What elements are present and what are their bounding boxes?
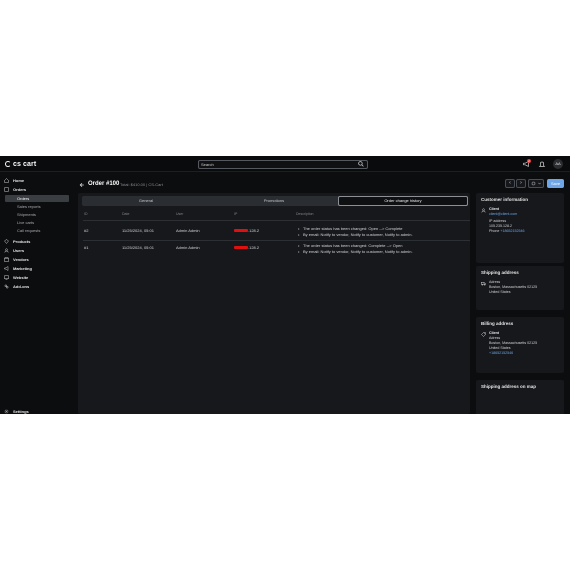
column-header-ip: IP xyxy=(234,212,238,216)
orders-icon xyxy=(4,186,9,192)
user-avatar[interactable]: AA xyxy=(553,159,563,169)
logo-mark-icon xyxy=(5,161,11,167)
sidebar-subitem-shipments[interactable]: Shipments xyxy=(5,211,69,218)
save-button[interactable]: Save xyxy=(547,179,564,188)
redacted-ip xyxy=(234,229,248,233)
sidebar-item-users[interactable]: Users xyxy=(4,246,70,254)
search-icon[interactable] xyxy=(358,161,364,167)
table-header: ID Date User IP Description xyxy=(78,212,470,220)
sidebar-subitem-sales-reports[interactable]: Sales reports xyxy=(5,203,69,210)
row-ip: .128.2 xyxy=(234,228,259,233)
sidebar-item-marketing[interactable]: Marketing xyxy=(4,264,70,272)
sidebar-item-orders[interactable]: Orders xyxy=(4,185,70,193)
tab-general[interactable]: General xyxy=(82,196,210,206)
row-ip: .128.2 xyxy=(234,245,259,250)
admin-app: cs cart 2 AA Home Orders Orders Sales re xyxy=(0,156,570,414)
addons-icon xyxy=(4,284,9,288)
products-icon xyxy=(4,238,9,244)
website-icon xyxy=(4,275,9,280)
customer-phone-row: Phone +18652152546 xyxy=(489,229,525,233)
sidebar-item-addons[interactable]: Add-ons xyxy=(4,282,70,290)
customer-phone-link[interactable]: +18652152546 xyxy=(500,229,524,233)
prev-order-button[interactable]: ‹ xyxy=(505,179,515,188)
sidebar: Home Orders Orders Sales reports Shipmen… xyxy=(0,173,73,414)
tab-promotions[interactable]: Promotions xyxy=(210,196,338,206)
column-header-id: ID xyxy=(84,212,88,216)
shipping-map-card: Shipping address on map xyxy=(476,380,564,414)
gear-icon xyxy=(4,409,9,413)
user-icon xyxy=(481,208,486,213)
row-description: The order status has been changed: Compl… xyxy=(298,243,468,255)
row-date: 11/25/2024, 05:01 xyxy=(122,245,154,250)
shipping-address-heading: Shipping address xyxy=(481,270,519,275)
customer-email-link[interactable]: client@client.com xyxy=(489,212,525,217)
row-user: Admin Admin xyxy=(176,245,200,250)
tab-bar: General Promotions Order change history xyxy=(82,196,468,206)
column-header-date: Date xyxy=(122,212,130,216)
top-bar: cs cart 2 AA xyxy=(0,156,570,172)
customer-details: Client client@client.com IP address 105.… xyxy=(489,207,525,234)
sidebar-item-products[interactable]: Products xyxy=(4,237,70,245)
sidebar-subitem-live-carts[interactable]: Live carts xyxy=(5,219,69,226)
column-header-description: Description xyxy=(296,212,314,216)
vendors-icon xyxy=(4,256,9,262)
billing-phone-link[interactable]: +18652152546 xyxy=(489,351,537,356)
divider xyxy=(83,240,470,241)
chevron-down-icon xyxy=(537,183,541,185)
bell-icon[interactable] xyxy=(538,160,546,168)
row-description: The order status has been changed: Open … xyxy=(298,226,468,238)
sidebar-item-website[interactable]: Website xyxy=(4,273,70,281)
search-input[interactable] xyxy=(201,161,351,168)
row-id: #1 xyxy=(84,245,89,250)
billing-address-card: Billing address Client Adress Boston, Ma… xyxy=(476,317,564,373)
row-id: #2 xyxy=(84,228,89,233)
home-icon xyxy=(4,177,9,183)
tab-order-change-history[interactable]: Order change history xyxy=(338,196,468,206)
truck-icon xyxy=(481,282,486,286)
settings-dropdown-button[interactable] xyxy=(528,179,544,188)
shipping-address-card: Shipping address Adress Boston, Massachu… xyxy=(476,266,564,310)
search-box xyxy=(198,160,368,169)
customer-info-card: Customer information Client client@clien… xyxy=(476,193,564,263)
sidebar-subitem-call-requests[interactable]: Call requests xyxy=(5,227,69,234)
logo-text: cs cart xyxy=(13,160,37,168)
customer-info-heading: Customer information xyxy=(481,197,529,202)
divider xyxy=(83,220,470,221)
sidebar-item-vendors[interactable]: Vendors xyxy=(4,255,70,263)
main-content: Order #100 Total: $410.00 | CS-Cart ‹ › … xyxy=(75,173,570,414)
billing-address-heading: Billing address xyxy=(481,321,514,326)
users-icon xyxy=(4,248,9,253)
notification-badge: 2 xyxy=(527,159,531,163)
tag-icon xyxy=(481,332,486,337)
row-user: Admin Admin xyxy=(176,228,200,233)
billing-address-details: Client Adress Boston, Massachusetts 0212… xyxy=(489,331,538,356)
page-subtitle: Total: $410.00 | CS-Cart xyxy=(120,182,163,187)
back-arrow-icon[interactable] xyxy=(79,182,85,188)
redacted-ip xyxy=(234,246,248,250)
marketing-icon xyxy=(4,265,9,271)
page-title: Order #100 xyxy=(88,181,120,187)
sidebar-item-settings[interactable]: Settings xyxy=(4,407,70,414)
sidebar-subitem-orders[interactable]: Orders xyxy=(5,195,69,202)
sidebar-item-home[interactable]: Home xyxy=(4,176,70,184)
shipping-map-heading: Shipping address on map xyxy=(481,384,537,389)
logo[interactable]: cs cart xyxy=(5,160,36,168)
next-order-button[interactable]: › xyxy=(516,179,526,188)
shipping-address-details: Adress Boston, Massachusetts 02125 Unite… xyxy=(489,280,538,294)
row-date: 11/25/2024, 05:01 xyxy=(122,228,154,233)
order-history-panel: General Promotions Order change history … xyxy=(78,193,470,414)
column-header-user: User xyxy=(176,212,184,216)
gear-icon xyxy=(532,182,536,186)
